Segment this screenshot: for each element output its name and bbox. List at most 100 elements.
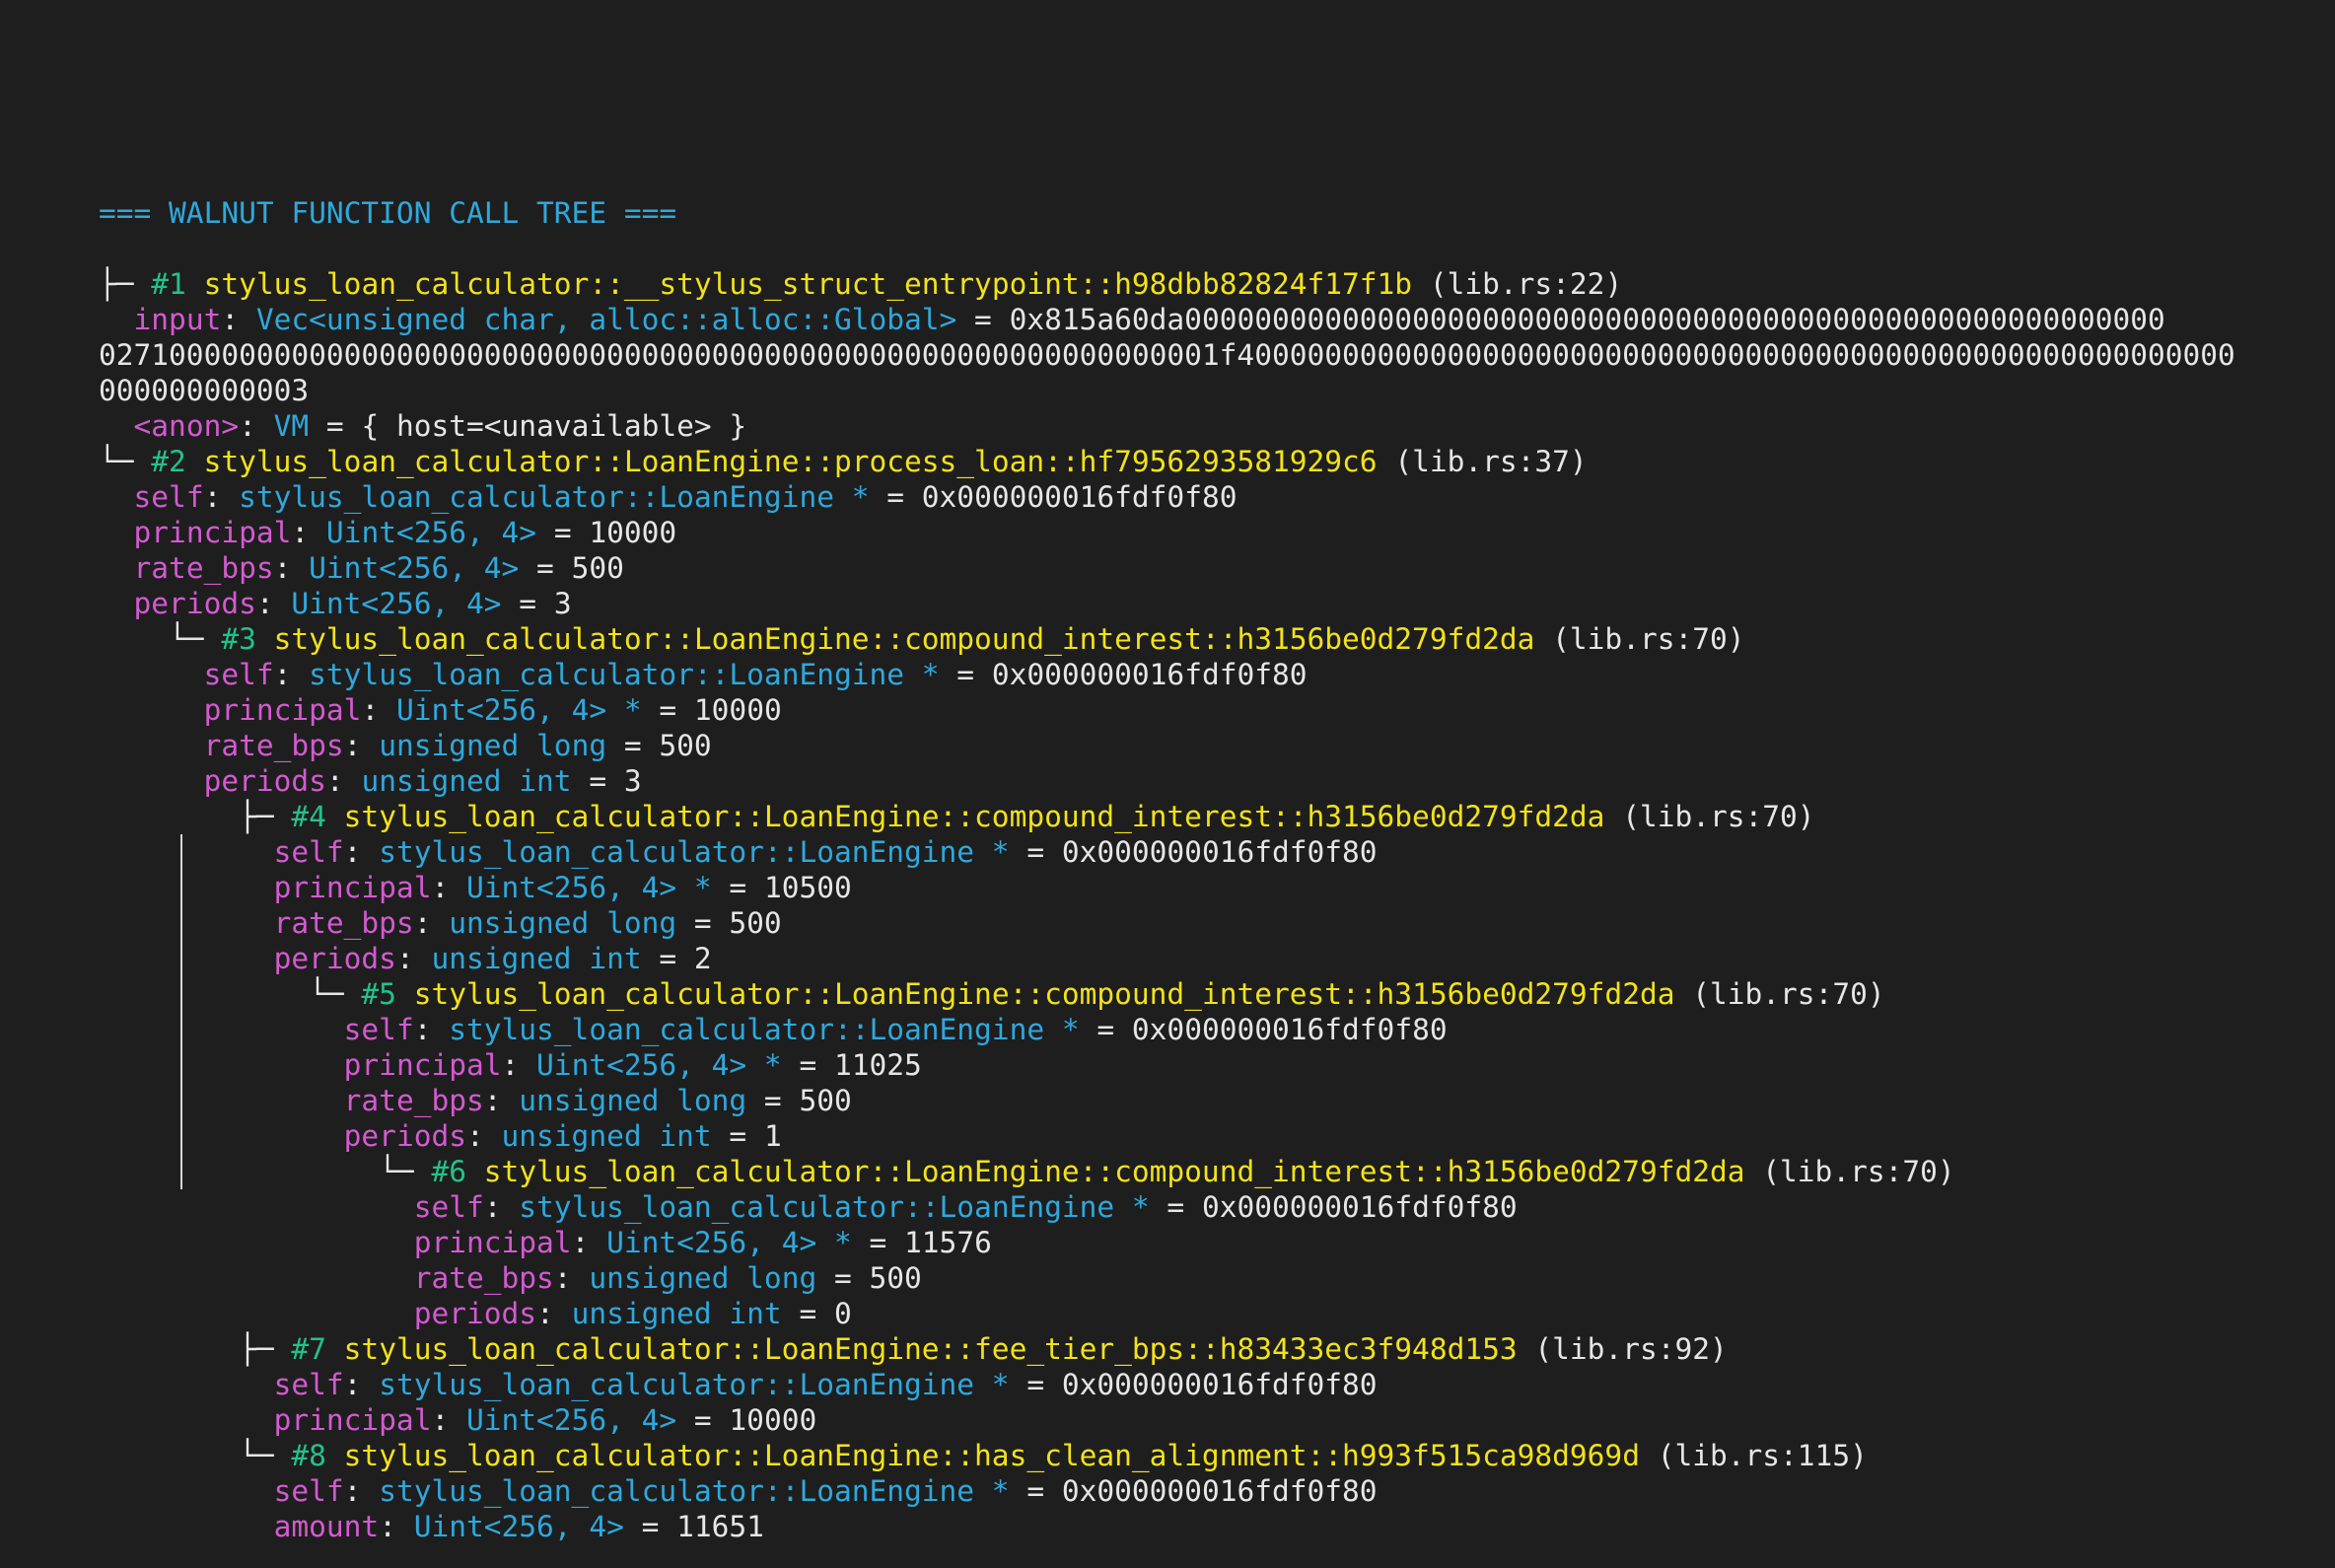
arg-name: rate_bps (203, 729, 344, 762)
function-name: stylus_loan_calculator::LoanEngine::comp… (273, 622, 1535, 656)
arg-name: <anon> (133, 409, 240, 443)
arg-value: = 2 (641, 942, 712, 975)
arg-separator: : (413, 1013, 450, 1046)
source-location: (lib.rs:70) (1604, 800, 1815, 833)
tree-branch: └─ (99, 1439, 292, 1472)
source-location: (lib.rs:92) (1517, 1332, 1728, 1366)
arg-value: = 0x000000016fdf0f80 (1009, 1368, 1378, 1401)
arg-row: self: stylus_loan_calculator::LoanEngine… (99, 834, 2317, 870)
arg-value: = 0x000000016fdf0f80 (1009, 835, 1378, 869)
arg-name: rate_bps (273, 906, 414, 940)
arg-type: stylus_loan_calculator::LoanEngine * (449, 1013, 1080, 1046)
arg-continuation-row: 0271000000000000000000000000000000000000… (99, 337, 2317, 373)
arg-value: = 500 (676, 906, 782, 940)
arg-value: = 500 (816, 1261, 922, 1295)
arg-separator: : (343, 835, 380, 869)
arg-name: principal (273, 871, 432, 904)
arg-indent (99, 764, 204, 798)
arg-name: self (273, 835, 344, 869)
arg-type: Uint<256, 4> * (536, 1048, 782, 1082)
arg-indent (99, 1048, 344, 1082)
tree-branch: └─ (99, 622, 222, 656)
arg-indent (99, 480, 134, 514)
source-location: (lib.rs:70) (1744, 1155, 1955, 1188)
arg-type: Uint<256, 4> * (466, 871, 712, 904)
arg-row: principal: Uint<256, 4> = 10000 (99, 515, 2317, 550)
arg-name: self (133, 480, 204, 514)
frame-number: #2 (151, 445, 204, 478)
arg-indent (99, 835, 274, 869)
arg-separator: : (413, 906, 450, 940)
arg-type: unsigned long (379, 729, 607, 762)
arg-separator: : (343, 1368, 380, 1401)
arg-row: principal: Uint<256, 4> = 10000 (99, 1402, 2317, 1438)
arg-value: = 1 (711, 1119, 782, 1153)
header-text: === WALNUT FUNCTION CALL TREE === (99, 196, 677, 230)
arg-name: self (413, 1190, 484, 1224)
function-name: stylus_loan_calculator::LoanEngine::comp… (483, 1155, 1745, 1188)
source-location: (lib.rs:115) (1639, 1439, 1868, 1472)
arg-name: principal (273, 1403, 432, 1437)
arg-separator: : (273, 658, 310, 691)
arg-type: stylus_loan_calculator::LoanEngine * (519, 1190, 1150, 1224)
frame-row: └─ #2 stylus_loan_calculator::LoanEngine… (99, 444, 2317, 479)
arg-value: = 3 (571, 764, 642, 798)
arg-type: unsigned int (361, 764, 572, 798)
frame-row: ├─ #4 stylus_loan_calculator::LoanEngine… (99, 799, 2317, 834)
arg-indent (99, 1297, 414, 1330)
arg-row: rate_bps: Uint<256, 4> = 500 (99, 550, 2317, 586)
arg-type: unsigned long (589, 1261, 817, 1295)
arg-separator: : (431, 871, 466, 904)
arg-row: self: stylus_loan_calculator::LoanEngine… (99, 1473, 2317, 1509)
arg-type: Uint<256, 4> (291, 587, 502, 620)
arg-indent (99, 1474, 274, 1508)
arg-row: input: Vec<unsigned char, alloc::alloc::… (99, 302, 2317, 337)
arg-type: stylus_loan_calculator::LoanEngine * (379, 835, 1010, 869)
arg-separator: : (395, 942, 432, 975)
arg-value-continuation: 000000000003 (99, 374, 310, 407)
tree-branch: ├─ (99, 267, 152, 301)
frame-row: └─ #8 stylus_loan_calculator::LoanEngine… (99, 1438, 2317, 1473)
arg-indent (99, 409, 134, 443)
arg-type: stylus_loan_calculator::LoanEngine * (309, 658, 940, 691)
arg-indent (99, 1013, 344, 1046)
arg-row: self: stylus_loan_calculator::LoanEngine… (99, 1012, 2317, 1047)
arg-value: = 500 (519, 551, 624, 585)
arg-row: principal: Uint<256, 4> * = 11025 (99, 1047, 2317, 1083)
arg-value: = 0x000000016fdf0f80 (939, 658, 1308, 691)
arg-indent (99, 551, 134, 585)
arg-indent (99, 303, 134, 336)
frame-number: #3 (221, 622, 274, 656)
function-name: stylus_loan_calculator::LoanEngine::proc… (203, 445, 1378, 478)
arg-indent (99, 942, 274, 975)
arg-value-continuation: 0271000000000000000000000000000000000000… (99, 338, 2235, 372)
arg-value: = 10000 (641, 693, 782, 727)
arg-indent (99, 1261, 414, 1295)
arg-type: stylus_loan_calculator::LoanEngine * (379, 1368, 1010, 1401)
arg-indent (99, 729, 204, 762)
arg-name: periods (203, 764, 326, 798)
arg-type: Vec<unsigned char, alloc::alloc::Global> (255, 303, 957, 336)
arg-row: amount: Uint<256, 4> = 11651 (99, 1509, 2317, 1544)
arg-indent (99, 871, 274, 904)
arg-name: self (273, 1474, 344, 1508)
arg-name: periods (413, 1297, 537, 1330)
arg-type: Uint<256, 4> * (395, 693, 642, 727)
source-location: (lib.rs:37) (1377, 445, 1588, 478)
arg-name: principal (413, 1226, 572, 1259)
arg-row: periods: unsigned int = 2 (99, 941, 2317, 976)
arg-indent (99, 693, 204, 727)
arg-indent (99, 1510, 274, 1543)
tree-branch: └─ (99, 977, 362, 1011)
tree-branch: ├─ (99, 800, 292, 833)
arg-separator: : (343, 729, 380, 762)
arg-separator: : (239, 409, 274, 443)
function-name: stylus_loan_calculator::LoanEngine::has_… (343, 1439, 1640, 1472)
arg-separator: : (553, 1261, 590, 1295)
arg-separator: : (501, 1048, 537, 1082)
arg-value: = 11576 (851, 1226, 992, 1259)
arg-name: self (203, 658, 274, 691)
function-name: stylus_loan_calculator::LoanEngine::comp… (343, 800, 1605, 833)
arg-separator: : (255, 587, 292, 620)
arg-type: unsigned long (519, 1084, 747, 1117)
